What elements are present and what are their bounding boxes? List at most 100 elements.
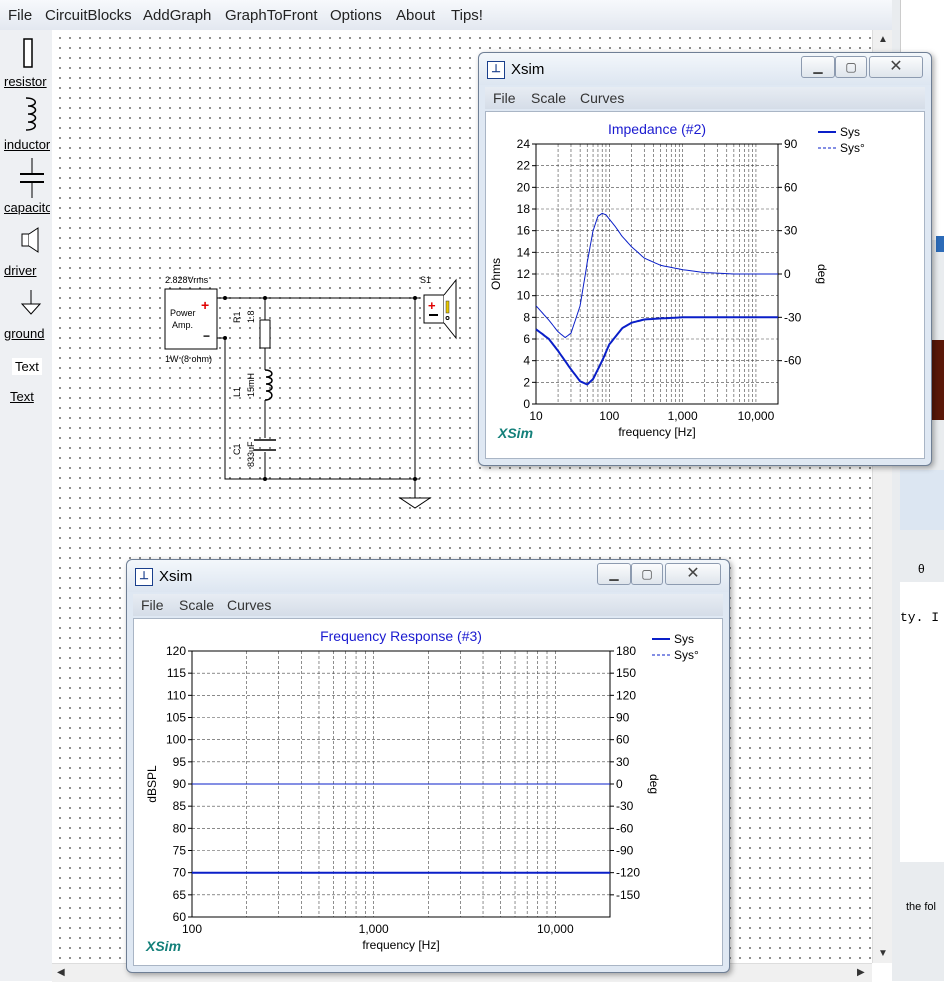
y-tick-label: 110 [167, 688, 186, 702]
scroll-left-icon[interactable]: ◀ [57, 967, 65, 978]
minimize-button[interactable]: ▁ [801, 56, 835, 78]
inductor-l1[interactable] [264, 369, 273, 401]
y-tick-label: 24 [517, 137, 531, 151]
maximize-button[interactable]: ▢ [835, 56, 867, 78]
xsim-app-icon: ⊥ [135, 568, 153, 586]
menu-about[interactable]: About [396, 7, 435, 24]
menu-options[interactable]: Options [330, 7, 382, 24]
legend-label: Sys° [840, 141, 865, 155]
y-tick-label: 22 [517, 159, 531, 173]
y2-tick-label: 30 [616, 755, 630, 769]
y2-tick-label: 30 [784, 224, 798, 238]
palette-ground[interactable]: ground [4, 326, 50, 341]
l1-name: L1 [232, 386, 242, 397]
speaker-s1[interactable]: + [423, 278, 457, 340]
window-title: Xsim [511, 61, 545, 78]
speaker-icon[interactable] [20, 226, 42, 254]
x-axis-label: frequency [Hz] [362, 938, 439, 952]
y-tick-label: 8 [523, 310, 530, 324]
palette-driver[interactable]: driver [4, 263, 50, 278]
l1-value: 15mH [246, 372, 256, 397]
minimize-button[interactable]: ▁ [597, 563, 631, 585]
power-amp[interactable]: + − [164, 288, 218, 350]
menu-scale[interactable]: Scale [531, 90, 566, 106]
y-tick-label: 65 [173, 888, 187, 902]
x-tick-label: 100 [182, 922, 202, 936]
menu-circuitblocks[interactable]: CircuitBlocks [45, 7, 132, 24]
r1-name: R1 [232, 311, 242, 323]
menu-curves[interactable]: Curves [227, 597, 271, 613]
legend-label: Sys° [674, 648, 699, 662]
xsim-logo: XSim [145, 938, 181, 954]
menu-file[interactable]: File [493, 90, 516, 106]
maximize-button[interactable]: ▢ [631, 563, 663, 585]
menu-graphtofront[interactable]: GraphToFront [225, 7, 318, 24]
palette-capacitor[interactable]: capacitor [4, 200, 50, 215]
legend-label: Sys [674, 632, 694, 646]
y2-tick-label: 180 [616, 644, 636, 658]
y2-tick-label: -150 [616, 888, 640, 902]
y-tick-label: 14 [517, 245, 531, 259]
menu-file[interactable]: File [8, 7, 32, 24]
circuit-schematic: + − + [164, 278, 457, 509]
capacitor-icon[interactable] [18, 158, 46, 198]
amp-minus-icon: − [203, 329, 210, 343]
y2-tick-label: 120 [616, 688, 636, 702]
y2-axis-label: deg [815, 264, 829, 284]
scroll-down-icon[interactable]: ▼ [878, 948, 888, 959]
bg-editor: ty. I h [900, 582, 944, 862]
legend-label: Sys [840, 125, 860, 139]
xsim-app-icon: ⊥ [487, 61, 505, 79]
inductor-icon[interactable] [22, 96, 44, 132]
graph-area: 60 65 70 75 80 85 90 95 100 105 110 115 120 -150 -120 -… [133, 618, 723, 966]
resistor-r1[interactable] [259, 319, 271, 349]
amp-label-power: Power [170, 308, 196, 318]
x-tick-label: 10,000 [738, 409, 775, 423]
capacitor-c1[interactable] [254, 439, 276, 451]
y-tick-label: 12 [517, 267, 531, 281]
palette-text[interactable]: Text [10, 389, 56, 404]
menu-scale[interactable]: Scale [179, 597, 214, 613]
menu-tips[interactable]: Tips! [451, 7, 483, 24]
menu-file[interactable]: File [141, 597, 164, 613]
resistor-icon[interactable] [22, 38, 34, 68]
amp-plus-icon: + [201, 297, 209, 313]
close-button[interactable]: ✕ [869, 56, 923, 78]
amp-power-label: 1W (8 ohm) [165, 354, 213, 364]
y2-tick-label: 60 [616, 733, 630, 747]
palette-text-tool[interactable]: Text [12, 358, 42, 375]
y2-tick-label: 60 [784, 180, 798, 194]
c1-name: C1 [232, 443, 242, 455]
bg-snippet-1: ty. I h [900, 610, 944, 625]
y2-tick-label: -60 [784, 354, 802, 368]
graph-area: 0 2 4 6 8 10 12 14 16 18 20 22 24 -60 -30 0 30 60 90 10 100 1… [485, 111, 925, 459]
xsim-window-frequency-response[interactable]: ⊥ Xsim ▁ ▢ ✕ File Scale Curves 60 65 70 75 8… [126, 559, 730, 973]
ground-icon[interactable] [20, 290, 42, 316]
impedance-chart: 024681012141618202224-60-30030609010 100 1… [489, 121, 865, 441]
circuit-wires [217, 297, 420, 498]
palette-resistor[interactable]: resistor [4, 74, 50, 89]
scroll-up-icon[interactable]: ▲ [878, 34, 888, 45]
menu-curves[interactable]: Curves [580, 90, 624, 106]
menu-addgraph[interactable]: AddGraph [143, 7, 211, 24]
x-tick-label: 10 [529, 409, 543, 423]
ground-symbol[interactable] [398, 497, 432, 509]
palette-inductor[interactable]: inductor [4, 137, 50, 152]
c1-value: 833uF [246, 441, 256, 467]
y-tick-label: 20 [517, 180, 531, 194]
close-button[interactable]: ✕ [665, 563, 721, 585]
series-line-magnitude [535, 316, 778, 386]
y2-tick-label: -120 [616, 866, 640, 880]
bg-panel-2 [900, 470, 944, 530]
xsim-window-impedance[interactable]: ⊥ Xsim ▁ ▢ ✕ File Scale Curves 0 2 4 6 8 10 12… [478, 52, 932, 466]
r1-value: 1.8 [246, 310, 256, 323]
y2-tick-label: 90 [616, 711, 630, 725]
y-tick-label: 85 [173, 799, 187, 813]
y-tick-label: 10 [517, 289, 531, 303]
y-tick-label: 6 [523, 332, 530, 346]
amp-voltage-label: 2.828Vrms [165, 275, 209, 285]
y-axis-label: Ohms [489, 258, 503, 290]
y-tick-label: 120 [166, 644, 186, 658]
scroll-right-icon[interactable]: ▶ [857, 967, 865, 978]
y2-tick-label: 150 [616, 666, 636, 680]
